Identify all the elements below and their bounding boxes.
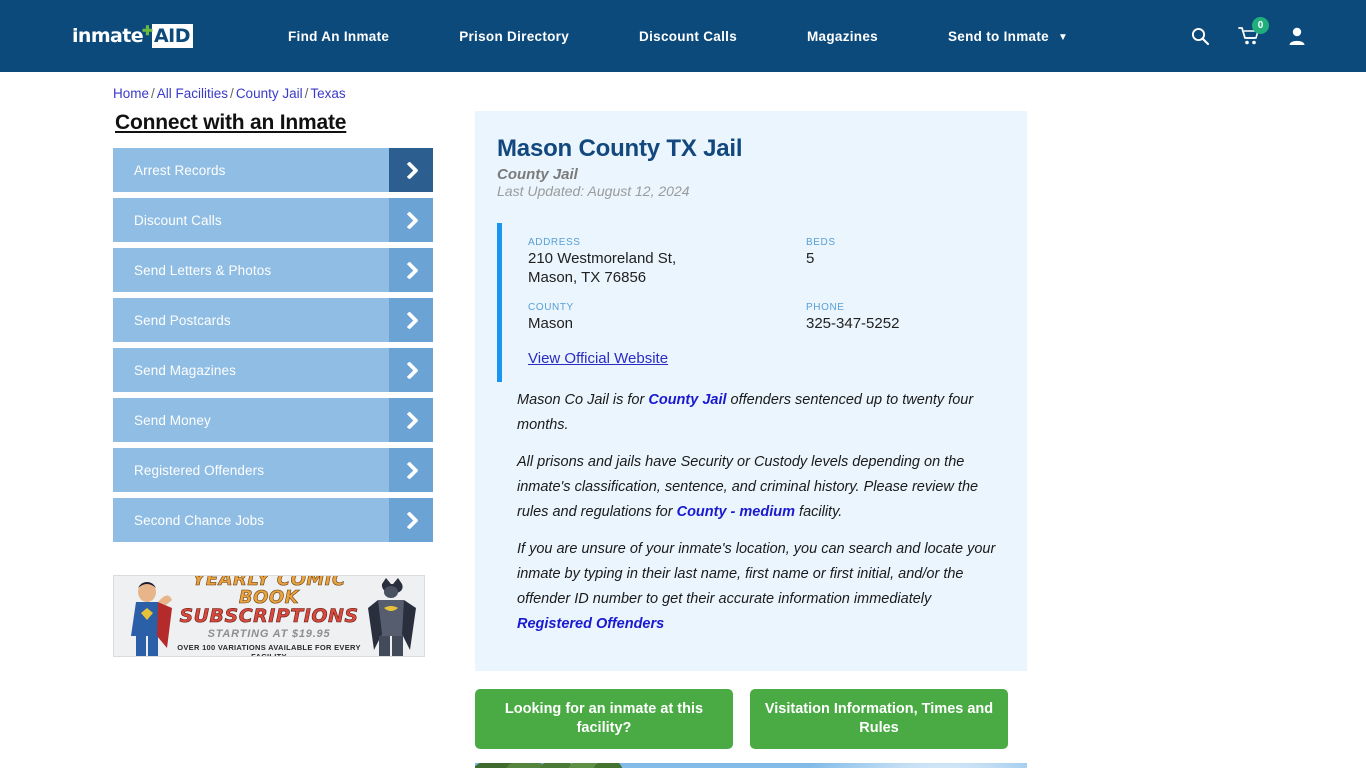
breadcrumb-item-home[interactable]: Home [113,86,149,101]
nav-label: Find An Inmate [287,28,390,44]
breadcrumb-item-all-facilities[interactable]: All Facilities [157,86,228,101]
sidebar-item-send-letters-photos[interactable]: Send Letters & Photos [113,248,433,292]
sidebar-title: Connect with an Inmate [115,111,347,134]
sidebar-item-label: Registered Offenders [113,448,389,492]
chevron-right-icon [389,348,433,392]
nav-item-prison-directory[interactable]: Prison Directory [424,29,604,44]
sidebar-item-label: Send Magazines [113,348,389,392]
chevron-right-icon [389,148,433,192]
description-paragraph-2: All prisons and jails have Security or C… [517,450,1001,525]
detail-phone: PHONE 325-347-5252 [806,302,1005,334]
detail-value-phone: 325-347-5252 [806,314,900,332]
detail-address: ADDRESS 210 Westmoreland St, Mason, TX 7… [528,237,806,288]
looking-for-inmate-button[interactable]: Looking for an inmate at this facility? [475,688,733,749]
sidebar-item-label: Send Money [113,398,389,442]
description-paragraph-1: Mason Co Jail is for County Jail offende… [517,388,1001,438]
breadcrumb: Home / All Facilities / County Jail / Texas [0,72,1366,101]
desc-p2-text-c: facility. [795,504,843,520]
breadcrumb-item-texas[interactable]: Texas [310,86,345,101]
detail-value-address-line1: 210 Westmoreland St, [528,250,677,267]
page-title: Mason County TX Jail [497,135,743,162]
chevron-right-icon [389,498,433,542]
nav-label: Magazines [807,28,878,44]
detail-beds: BEDS 5 [806,237,1005,288]
nav-item-find-an-inmate[interactable]: Find An Inmate [253,29,424,44]
logo-text-inmate: inmate [72,25,144,47]
cta-button-row: Looking for an inmate at this facility? … [475,688,1027,749]
breadcrumb-separator: / [304,86,309,101]
ad-subtext: OVER 100 VARIATIONS AVAILABLE FOR EVERY … [177,643,361,657]
ad-headline-2: SUBSCRIPTIONS [179,604,359,627]
main-content: Mason County TX Jail County Jail Last Up… [475,111,1027,768]
ad-headline-1: YEARLY COMIC BOOK [192,575,346,608]
chevron-down-icon: ▼ [1058,31,1069,43]
facility-details-grid: ADDRESS 210 Westmoreland St, Mason, TX 7… [528,237,1005,333]
user-icon[interactable] [1288,26,1306,46]
sidebar-item-registered-offenders[interactable]: Registered Offenders [113,448,433,492]
sidebar-item-label: Second Chance Jobs [113,498,389,542]
header-icon-group: 0 [1190,17,1306,46]
description-paragraph-3: If you are unsure of your inmate's locat… [517,537,1001,637]
detail-county: COUNTY Mason [528,302,806,334]
detail-label-phone: PHONE [806,301,845,313]
cart-icon[interactable]: 0 [1238,17,1269,46]
desc-p2-highlight: County - medium [676,504,796,520]
view-official-website-link[interactable]: View Official Website [528,350,668,367]
site-logo[interactable]: inmate ✚ AID [72,23,193,49]
breadcrumb-item-county-jail[interactable]: County Jail [236,86,303,101]
ad-price-text: STARTING AT $19.95 [207,628,331,641]
detail-value-beds: 5 [806,250,815,267]
chevron-right-icon [389,198,433,242]
detail-value-address-line2: Mason, TX 76856 [528,268,647,286]
search-icon[interactable] [1190,26,1210,46]
chevron-right-icon [389,448,433,492]
facility-description: Mason Co Jail is for County Jail offende… [497,382,1005,636]
facility-details-block: ADDRESS 210 Westmoreland St, Mason, TX 7… [497,223,1005,383]
nav-item-send-to-inmate[interactable]: Send to Inmate ▼ [913,29,1103,44]
desc-p1-highlight: County Jail [648,392,727,409]
site-header: inmate ✚ AID Find An Inmate Prison Direc… [0,0,1366,72]
sidebar: Connect with an Inmate Arrest Records Di… [113,111,453,657]
chevron-right-icon [389,248,433,292]
detail-value-county: Mason [528,314,574,332]
breadcrumb-separator: / [151,86,155,101]
sidebar-item-label: Send Postcards [113,298,389,342]
nav-label: Send to Inmate [947,28,1049,44]
detail-label-county: COUNTY [528,301,574,313]
breadcrumb-separator: / [230,86,234,101]
sidebar-item-discount-calls[interactable]: Discount Calls [113,198,433,242]
desc-p3-text-a: If you are unsure of your inmate's locat… [517,540,996,607]
page-body: Home / All Facilities / County Jail / Texas Co… [0,72,1366,768]
facility-type: County Jail [497,166,578,183]
detail-label-beds: BEDS [806,237,836,248]
facility-last-updated: Last Updated: August 12, 2024 [497,183,690,199]
sidebar-item-label: Arrest Records [113,148,389,192]
sidebar-item-label: Send Letters & Photos [113,248,389,292]
ad-text-block: YEARLY COMIC BOOK SUBSCRIPTIONS STARTING… [114,575,424,657]
desc-p1-text-a: Mason Co Jail is for [517,392,649,409]
visitation-information-button[interactable]: Visitation Information, Times and Rules [750,688,1008,749]
sidebar-item-send-postcards[interactable]: Send Postcards [113,298,433,342]
sidebar-item-second-chance-jobs[interactable]: Second Chance Jobs [113,498,433,542]
logo-text-aid: AID [151,24,193,48]
registered-offenders-link[interactable]: Registered Offenders [517,616,664,632]
sidebar-item-arrest-records[interactable]: Arrest Records [113,148,433,192]
detail-label-address: ADDRESS [528,237,581,248]
content-wrapper: Connect with an Inmate Arrest Records Di… [0,101,1366,768]
sidebar-item-label: Discount Calls [113,198,389,242]
facility-info-card: Mason County TX Jail County Jail Last Up… [475,111,1027,671]
sidebar-item-send-magazines[interactable]: Send Magazines [113,348,433,392]
nav-item-magazines[interactable]: Magazines [772,29,913,44]
cart-count-badge: 0 [1252,17,1269,34]
sidebar-item-send-money[interactable]: Send Money [113,398,433,442]
chevron-right-icon [389,398,433,442]
nav-label: Prison Directory [459,28,570,44]
chevron-right-icon [389,298,433,342]
comic-book-ad-banner[interactable]: YEARLY COMIC BOOK SUBSCRIPTIONS STARTING… [113,575,425,657]
facility-photo [475,762,1027,768]
nav-label: Discount Calls [639,28,737,44]
main-navigation: Find An Inmate Prison Directory Discount… [253,29,1103,44]
logo-plus-icon: ✚ [142,23,153,38]
nav-item-discount-calls[interactable]: Discount Calls [604,29,772,44]
